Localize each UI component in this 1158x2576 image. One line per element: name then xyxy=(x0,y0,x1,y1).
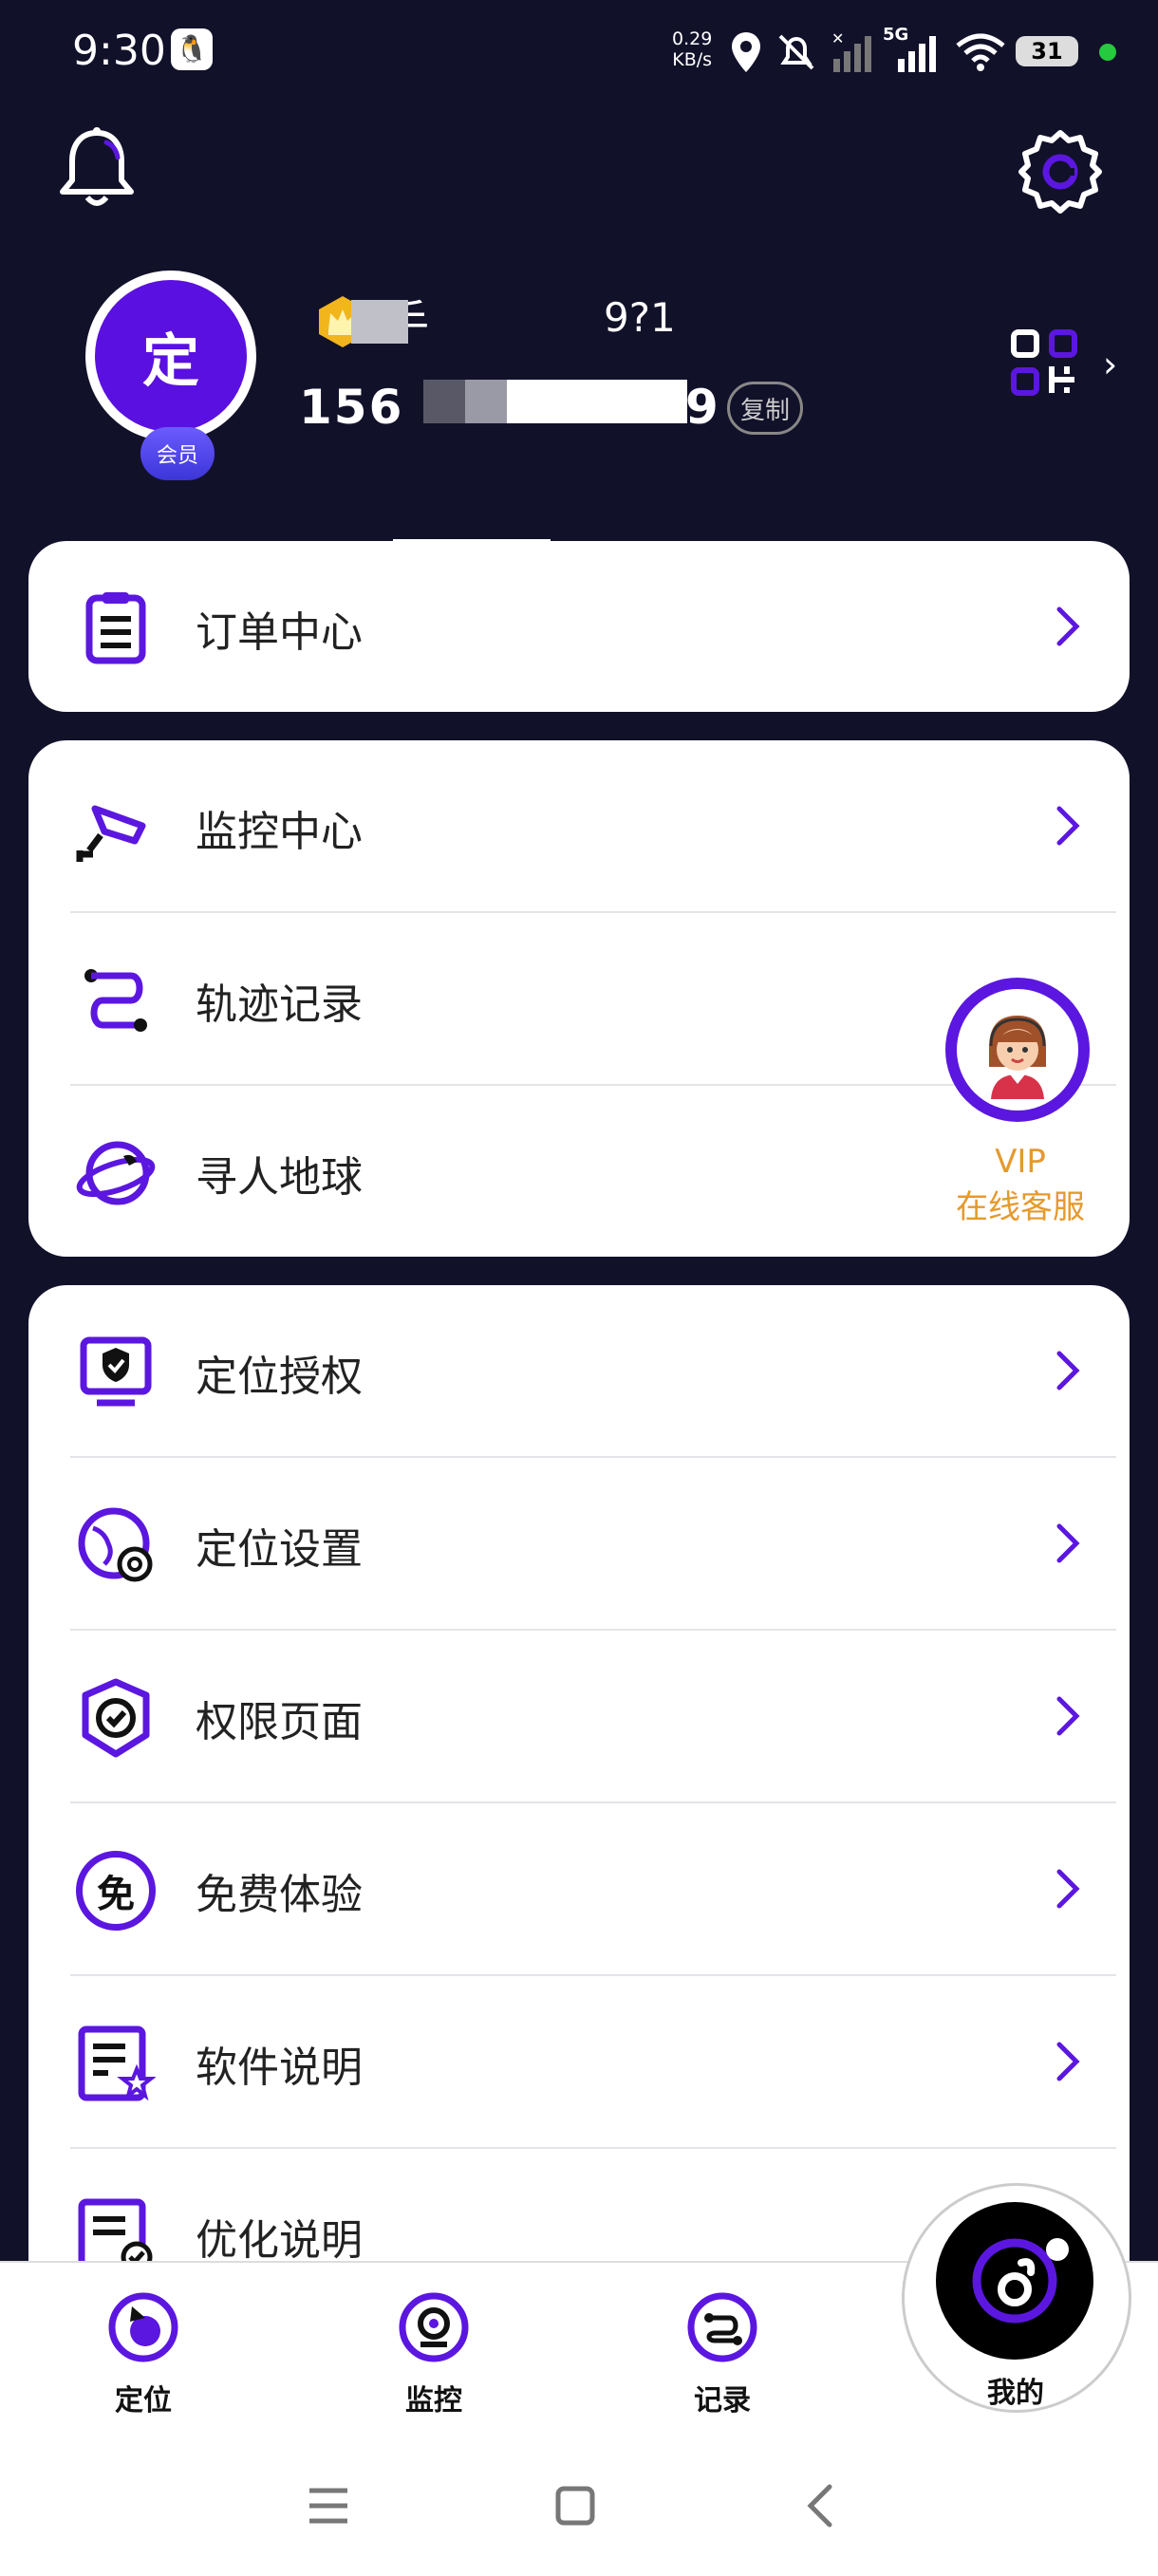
menu-item-track-record[interactable]: 轨迹记录 xyxy=(42,913,1086,1086)
bell-icon[interactable] xyxy=(57,125,137,211)
wifi-icon xyxy=(956,33,1005,71)
order-card: 订单中心 xyxy=(28,541,1130,712)
nav-me[interactable] xyxy=(936,2202,1093,2360)
menu-label: 权限页面 xyxy=(196,1698,363,1746)
chevron-right-icon xyxy=(1056,2042,1080,2081)
network-speed: 0.29 KB/s xyxy=(672,28,713,70)
doc-star-icon xyxy=(78,2025,156,2101)
menu-item-monitor-center[interactable]: 监控中心 xyxy=(42,740,1086,913)
menu-label: 优化说明 xyxy=(196,2216,363,2265)
menu-icon[interactable] xyxy=(300,2477,357,2534)
menu-label: 订单中心 xyxy=(196,608,363,657)
menu-item-permission-page[interactable]: 权限页面 xyxy=(42,1631,1086,1803)
nav-label: 记录 xyxy=(694,2384,751,2417)
route-icon xyxy=(84,969,147,1032)
settings-card: 定位授权 定位设置 权限页面 免 免费体验 软件说明 优化说明 xyxy=(28,1285,1130,2329)
chevron-right-icon xyxy=(1056,607,1080,646)
camera-icon xyxy=(76,805,146,862)
vip-support-button[interactable] xyxy=(945,978,1090,1122)
qq-notification-icon: 🐧 xyxy=(171,28,213,70)
chevron-right-icon xyxy=(1056,1696,1080,1736)
globe-gear-icon xyxy=(78,1507,153,1582)
status-bar: 9:30 🐧 0.29 KB/s ✕ 5G 31 xyxy=(0,0,1158,104)
menu-label: 软件说明 xyxy=(196,2044,363,2092)
nav-label: 定位 xyxy=(115,2384,172,2417)
chevron-right-icon xyxy=(1056,1523,1080,1563)
user-id: 9?1 xyxy=(604,294,676,341)
copy-button[interactable]: 复制 xyxy=(727,382,803,435)
privacy-dot xyxy=(1099,44,1116,61)
globe-icon xyxy=(76,1141,156,1205)
menu-label: 定位授权 xyxy=(196,1353,363,1401)
redacted-block xyxy=(351,300,408,344)
home-icon[interactable] xyxy=(547,2477,604,2534)
svg-text:✕: ✕ xyxy=(831,30,844,47)
member-badge: 会员 xyxy=(140,427,215,480)
nav-label: 监控 xyxy=(405,2384,462,2417)
location-status-icon xyxy=(732,32,760,72)
phone-prefix: 156 xyxy=(299,380,404,435)
menu-item-find-globe[interactable]: 寻人地球 xyxy=(42,1086,1086,1259)
me-icon xyxy=(972,2238,1069,2324)
chevron-right-icon xyxy=(1056,1869,1080,1909)
menu-label: 免费体验 xyxy=(196,1871,363,1919)
nav-label: 我的 xyxy=(987,2377,1044,2410)
redacted-block xyxy=(507,380,687,423)
menu-item-location-settings[interactable]: 定位设置 xyxy=(42,1458,1086,1631)
menu-item-order-center[interactable]: 订单中心 xyxy=(42,541,1086,712)
location-icon xyxy=(108,2292,178,2362)
shield-monitor-icon xyxy=(80,1336,152,1407)
battery-indicator: 31 xyxy=(1016,36,1078,66)
check-badge-icon xyxy=(82,1678,150,1758)
gear-icon[interactable] xyxy=(1018,129,1103,215)
signal-sim1-icon: ✕ xyxy=(831,30,871,72)
redacted-block xyxy=(465,380,509,423)
qr-code-icon[interactable] xyxy=(1010,328,1078,397)
menu-item-free-trial[interactable]: 免 免费体验 xyxy=(42,1803,1086,1976)
back-icon[interactable] xyxy=(794,2477,850,2534)
menu-label: 轨迹记录 xyxy=(196,980,363,1029)
menu-item-software-info[interactable]: 软件说明 xyxy=(42,1976,1086,2149)
chevron-right-icon[interactable]: › xyxy=(1103,344,1117,385)
monitor-icon xyxy=(399,2292,469,2362)
status-time: 9:30 xyxy=(72,27,166,75)
nav-record[interactable]: 记录 xyxy=(651,2291,794,2418)
nav-location[interactable]: 定位 xyxy=(72,2291,215,2418)
menu-label: 定位设置 xyxy=(196,1525,363,1574)
record-icon xyxy=(687,2292,757,2362)
avatar[interactable]: 定 xyxy=(95,280,247,432)
nav-monitor[interactable]: 监控 xyxy=(363,2291,505,2418)
chevron-right-icon xyxy=(1056,806,1080,846)
free-icon: 免 xyxy=(76,1851,156,1931)
chevron-right-icon xyxy=(1056,1351,1080,1391)
mute-icon xyxy=(778,34,814,70)
menu-label: 监控中心 xyxy=(196,808,363,856)
vip-support-label[interactable]: VIP 在线客服 xyxy=(949,1139,1092,1230)
menu-item-location-auth[interactable]: 定位授权 xyxy=(42,1285,1086,1458)
clipboard-icon xyxy=(85,592,146,664)
menu-label: 寻人地球 xyxy=(196,1153,363,1202)
phone-suffix: 9 xyxy=(685,380,720,435)
signal-sim2-icon xyxy=(898,36,936,72)
customer-service-avatar-icon xyxy=(968,1000,1067,1099)
